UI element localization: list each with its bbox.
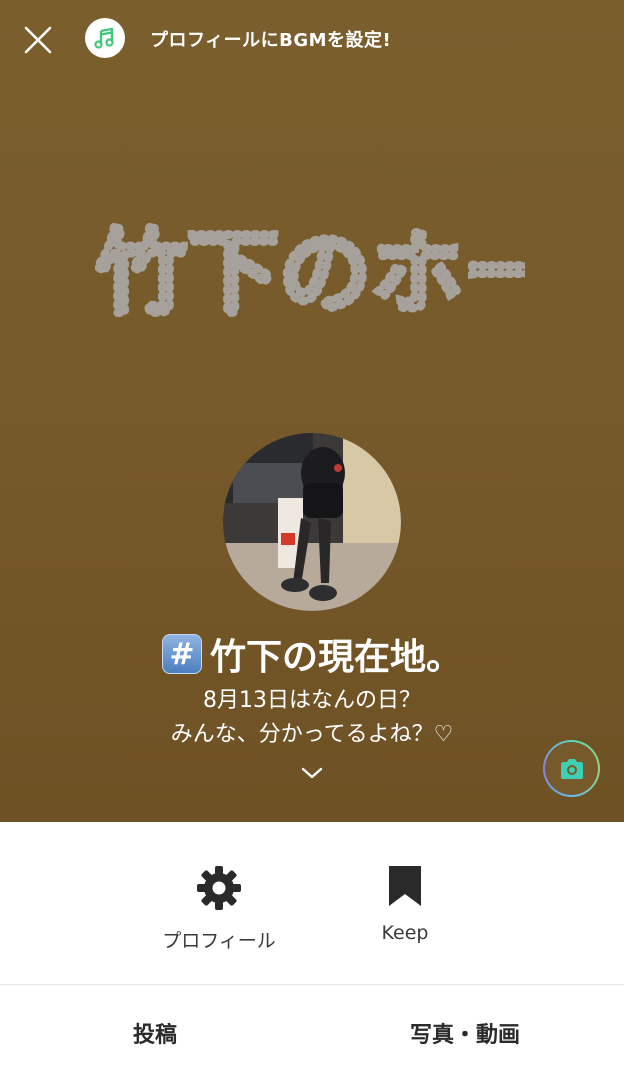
profile-settings-button[interactable]: プロフィール bbox=[150, 864, 288, 953]
svg-text:竹下のホーム: 竹下のホーム bbox=[95, 220, 525, 327]
profile-actions: プロフィール Keep bbox=[0, 822, 624, 984]
cover-camera-button[interactable] bbox=[543, 740, 600, 797]
keep-button[interactable]: Keep bbox=[350, 864, 460, 944]
hashtag-badge: # bbox=[161, 634, 202, 674]
camera-icon bbox=[560, 758, 583, 779]
expand-status-button[interactable] bbox=[300, 764, 324, 782]
profile-name-row: # 竹下の現在地。 bbox=[0, 628, 624, 680]
profile-settings-label: プロフィール bbox=[162, 930, 276, 952]
cover-handwritten-title: 竹下のホーム bbox=[95, 217, 525, 330]
profile-name: 竹下の現在地。 bbox=[209, 637, 462, 678]
keep-label: Keep bbox=[381, 922, 429, 944]
status-line-1: 8月13日はなんの日？ bbox=[203, 688, 421, 713]
tab-posts[interactable]: 投稿 bbox=[133, 1017, 177, 1049]
chevron-down-icon bbox=[301, 767, 323, 779]
music-note-icon bbox=[94, 27, 114, 49]
profile-tabs: 投稿 写真・動画 bbox=[0, 985, 624, 1078]
bgm-prompt[interactable]: プロフィールにBGMを設定! bbox=[150, 26, 391, 52]
bgm-button[interactable] bbox=[85, 18, 125, 58]
tab-photos-videos[interactable]: 写真・動画 bbox=[410, 1017, 520, 1049]
profile-cover: プロフィールにBGMを設定! 竹下のホーム # 竹下の現在地。 8月13日はなん… bbox=[0, 0, 624, 822]
close-button[interactable] bbox=[20, 22, 56, 58]
avatar[interactable] bbox=[223, 433, 401, 611]
bookmark-icon bbox=[389, 866, 421, 906]
status-message: 8月13日はなんの日？ みんな、分かってるよね？♡ bbox=[0, 684, 624, 752]
status-line-2: みんな、分かってるよね？♡ bbox=[170, 722, 454, 747]
gear-icon bbox=[197, 866, 241, 910]
close-icon bbox=[24, 26, 52, 54]
avatar-photo bbox=[223, 433, 401, 611]
